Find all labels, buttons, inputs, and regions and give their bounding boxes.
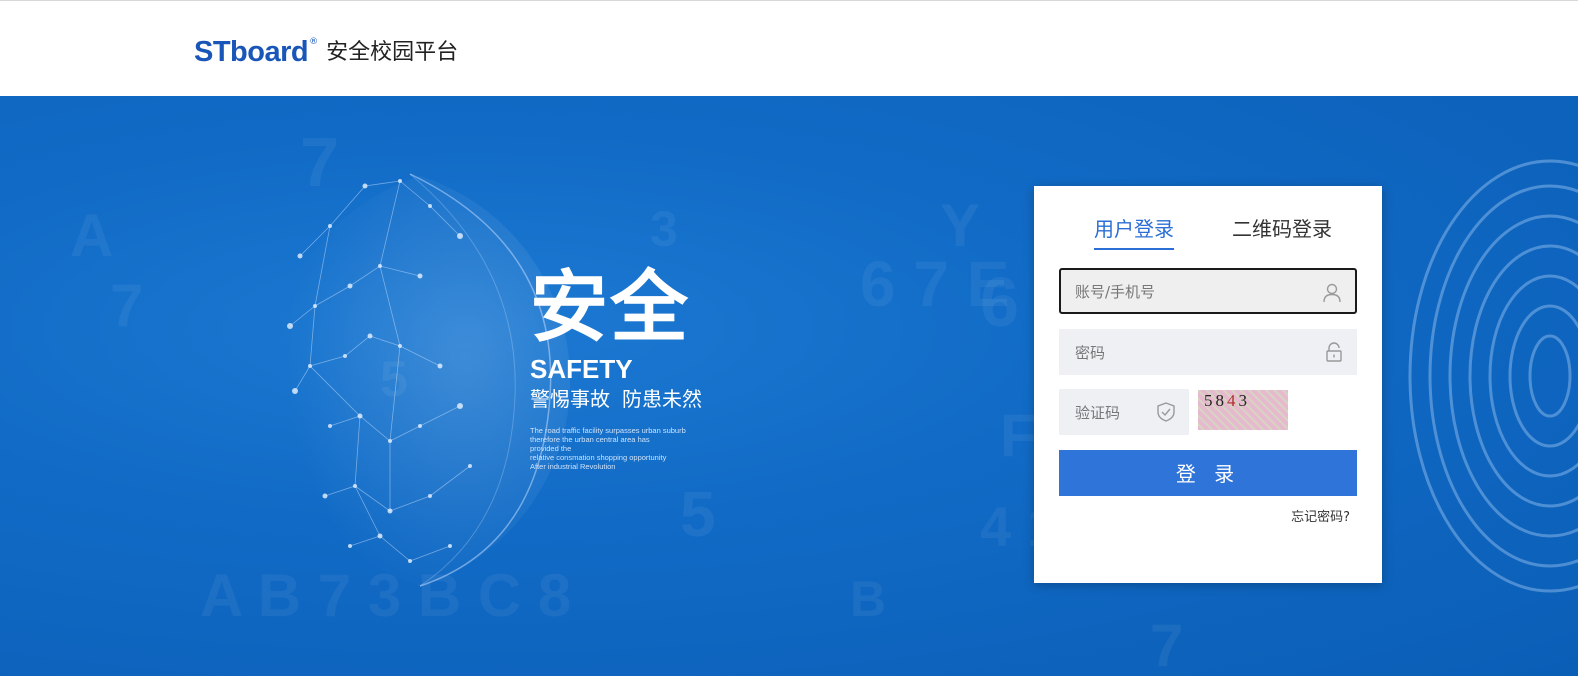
svg-text:5: 5 bbox=[680, 478, 716, 550]
tab-user-login[interactable]: 用户登录 bbox=[1094, 214, 1174, 250]
svg-text:6: 6 bbox=[980, 263, 1019, 341]
captcha-field bbox=[1059, 389, 1189, 437]
captcha-input[interactable] bbox=[1073, 389, 1157, 437]
svg-text:B: B bbox=[850, 571, 886, 627]
fine-print-line: relative consmation shopping opportunity bbox=[530, 453, 667, 462]
globe-network-illustration bbox=[270, 173, 570, 587]
slogan-main: 安全 bbox=[530, 263, 691, 353]
captcha-digit: 4 bbox=[1227, 391, 1239, 410]
platform-title: 安全校园平台 bbox=[326, 40, 459, 65]
captcha-image-text: 5843 bbox=[1204, 391, 1250, 411]
fingerprint-illustration bbox=[1408, 159, 1578, 593]
tab-qr-login[interactable]: 二维码登录 bbox=[1232, 214, 1332, 244]
logo[interactable]: STboard ® 安全校园平台 bbox=[194, 35, 458, 71]
password-input[interactable] bbox=[1073, 329, 1317, 377]
top-header: STboard ® 安全校园平台 bbox=[0, 0, 1578, 96]
svg-text:7: 7 bbox=[110, 272, 143, 339]
slogan-subtitle-1: 警惕事故 bbox=[530, 387, 610, 411]
forgot-password-link[interactable]: 忘记密码? bbox=[1291, 506, 1350, 525]
svg-text:3: 3 bbox=[650, 201, 678, 257]
svg-text:7: 7 bbox=[1150, 612, 1183, 676]
shield-check-icon bbox=[1157, 402, 1175, 422]
svg-text:A: A bbox=[70, 202, 113, 269]
hero-slogan: 安全 SAFETY 警惕事故 防患未然 The road traffic faci… bbox=[530, 266, 702, 471]
registered-mark: ® bbox=[309, 37, 319, 47]
svg-text:F: F bbox=[1000, 402, 1037, 469]
lock-icon bbox=[1326, 342, 1342, 362]
logo-brand: STboard bbox=[194, 36, 309, 68]
account-input[interactable] bbox=[1073, 270, 1317, 314]
login-panel: 用户登录 二维码登录 5843 登 录 忘记密码? bbox=[1034, 186, 1382, 583]
slogan-subtitle-2: 防患未然 bbox=[622, 387, 702, 411]
captcha-image[interactable]: 5843 bbox=[1198, 390, 1288, 430]
svg-text:Y: Y bbox=[940, 192, 980, 259]
captcha-digit: 5 bbox=[1204, 391, 1216, 410]
fine-print-line: The road traffic facility surpasses urba… bbox=[530, 426, 686, 435]
fine-print-line: After industrial Revolution bbox=[530, 462, 616, 471]
slogan-subtitle: 警惕事故 防患未然 bbox=[530, 386, 702, 412]
slogan-fine-print: The road traffic facility surpasses urba… bbox=[530, 426, 690, 471]
captcha-digit: 3 bbox=[1238, 391, 1250, 410]
login-button[interactable]: 登 录 bbox=[1059, 450, 1357, 496]
slogan-english: SAFETY bbox=[530, 354, 633, 384]
fine-print-line: therefore the urban central area has bbox=[530, 435, 650, 444]
user-icon bbox=[1323, 283, 1341, 303]
password-field bbox=[1059, 329, 1357, 377]
captcha-digit: 8 bbox=[1215, 391, 1227, 410]
fine-print-line: provided the bbox=[530, 444, 572, 453]
account-field bbox=[1059, 268, 1357, 314]
